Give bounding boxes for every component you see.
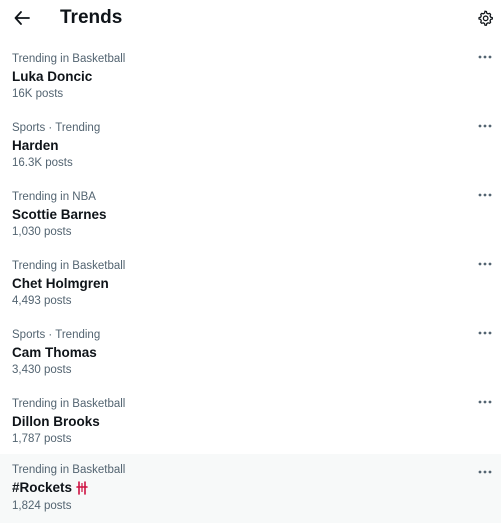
trend-post-count: 1,824 posts [12, 500, 72, 512]
trend-item[interactable]: Trending in Basketball Luka Doncic 16K p… [0, 47, 501, 115]
trend-item[interactable]: Trending in Basketball Chet Holmgren 4,4… [0, 254, 501, 322]
more-dots-icon [478, 400, 492, 404]
trend-post-count: 16.3K posts [12, 157, 73, 169]
trend-item[interactable]: Trending in Basketball Dillon Brooks 1,7… [0, 392, 501, 460]
more-button[interactable] [476, 51, 494, 63]
trend-context: Trending in Basketball [12, 464, 126, 476]
more-dots-icon [478, 124, 492, 128]
trend-name: Cam Thomas [12, 344, 97, 362]
trend-post-count: 1,787 posts [12, 433, 72, 445]
trend-context: Trending in Basketball [12, 398, 126, 410]
more-dots-icon [478, 55, 492, 59]
more-dots-icon [478, 331, 492, 335]
rockets-logo-icon [76, 481, 88, 495]
trend-name: Chet Holmgren [12, 275, 109, 293]
trend-name-text: Luka Doncic [12, 69, 93, 84]
trend-post-count: 16K posts [12, 88, 64, 100]
trend-name-text: Harden [12, 138, 59, 153]
trends-page: Trends Trending in Basketball Luka Donci… [0, 0, 501, 523]
trend-item[interactable]: Trending in NBA Scottie Barnes 1,030 pos… [0, 185, 501, 253]
trend-name-text: Dillon Brooks [12, 414, 100, 429]
trend-name: Harden [12, 137, 59, 155]
trend-name-text: Cam Thomas [12, 345, 97, 360]
more-button[interactable] [476, 396, 494, 408]
trend-context: Sports · Trending [12, 122, 101, 134]
more-dots-icon [478, 470, 492, 474]
trend-item[interactable]: Trending in Basketball #Rockets 1,824 po… [0, 454, 501, 523]
trend-item[interactable]: Sports · Trending Cam Thomas 3,430 posts [0, 323, 501, 391]
trend-post-count: 3,430 posts [12, 364, 72, 376]
more-dots-icon [478, 193, 492, 197]
more-button[interactable] [476, 327, 494, 339]
page-title: Trends [60, 7, 123, 28]
trend-name: #Rockets [12, 479, 88, 497]
trend-context: Trending in Basketball [12, 53, 126, 65]
trend-name-text: Scottie Barnes [12, 207, 107, 222]
more-button[interactable] [476, 120, 494, 132]
gear-icon [478, 10, 493, 26]
more-button[interactable] [476, 466, 494, 478]
trend-context: Trending in NBA [12, 191, 96, 203]
more-button[interactable] [476, 258, 494, 270]
trend-post-count: 4,493 posts [12, 295, 72, 307]
more-dots-icon [478, 262, 492, 266]
more-button[interactable] [476, 189, 494, 201]
trend-name-text: #Rockets [12, 480, 73, 495]
trend-context: Trending in Basketball [12, 260, 126, 272]
back-button[interactable] [11, 7, 33, 29]
trend-context: Sports · Trending [12, 329, 101, 341]
trend-name: Scottie Barnes [12, 206, 107, 224]
trend-name: Luka Doncic [12, 68, 92, 86]
arrow-left-icon [14, 11, 30, 25]
trend-post-count: 1,030 posts [12, 226, 72, 238]
trend-item[interactable]: Sports · Trending Harden 16.3K posts [0, 116, 501, 184]
trend-name-text: Chet Holmgren [12, 276, 109, 291]
settings-button[interactable] [476, 9, 494, 27]
trend-name: Dillon Brooks [12, 413, 100, 431]
header: Trends [0, 0, 501, 39]
